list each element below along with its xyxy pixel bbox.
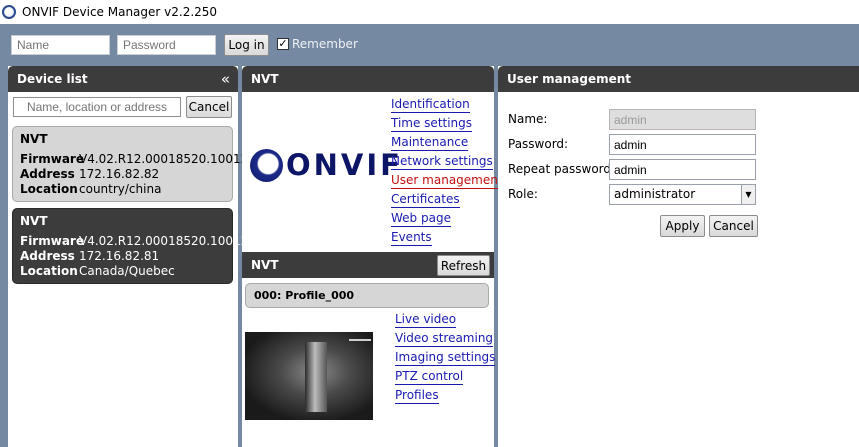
chevron-down-icon[interactable]: ▼: [741, 185, 755, 204]
thumbnail-doorway: [305, 342, 327, 412]
user-management-header: User management: [498, 66, 859, 92]
nvt-panel-title: NVT: [251, 72, 279, 86]
firmware-value: V4.02.R12.00018520.10012.14: [79, 234, 268, 248]
device-list-panel: Device list « Cancel NVT FirmwareV4.02.R…: [8, 66, 267, 447]
menu-live-video[interactable]: Live video: [395, 312, 457, 328]
device-address-row: Address 172.16.82.81: [20, 249, 225, 264]
name-field: [609, 109, 756, 130]
menu-ptz-control[interactable]: PTZ control: [395, 369, 464, 385]
firmware-label: Firmware: [20, 234, 84, 248]
name-label: Name:: [508, 112, 548, 126]
user-management-panel: User management Name: Password: Repeat p…: [498, 66, 859, 447]
device-search-input[interactable]: [13, 97, 181, 117]
menu-video-streaming[interactable]: Video streaming: [395, 331, 494, 347]
device-card[interactable]: NVT Firmware V4.02.R12.00018520.10012.14 …: [12, 126, 267, 202]
nvt-panel-header: NVT: [242, 66, 494, 92]
onvif-logo-icon: [250, 149, 283, 182]
menu-time-settings[interactable]: Time settings: [391, 116, 473, 132]
cancel-button[interactable]: Cancel: [709, 215, 758, 237]
nvt-profile-title: NVT: [251, 258, 279, 272]
menu-user-management[interactable]: User management: [391, 173, 503, 189]
collapse-icon[interactable]: «: [221, 70, 230, 88]
address-value: 172.16.82.81: [79, 249, 160, 263]
location-value: Canada/Quebec: [79, 264, 175, 278]
nvt-panel: NVT ONVIF Identification Time settings M…: [242, 66, 503, 252]
device-address-row: Address 172.16.82.82: [20, 167, 225, 182]
profile-item[interactable]: 000: Profile_000: [245, 283, 489, 308]
apply-button[interactable]: Apply: [660, 215, 705, 237]
device-name: NVT: [20, 214, 48, 228]
window-title: ONVIF Device Manager v2.2.250: [22, 5, 218, 19]
firmware-label: Firmware: [20, 152, 84, 166]
menu-imaging-settings[interactable]: Imaging settings: [395, 350, 496, 366]
role-select[interactable]: administrator ▼: [609, 184, 756, 205]
nvt-profile-panel: NVT Refresh 000: Profile_000 Live video …: [242, 252, 496, 447]
onvif-logo-text: ONVIF: [286, 148, 403, 182]
title-bar: ONVIF Device Manager v2.2.250: [0, 0, 859, 24]
user-management-title: User management: [507, 72, 632, 86]
app-icon: [2, 5, 16, 19]
device-card-selected[interactable]: NVT Firmware V4.02.R12.00018520.10012.14 …: [12, 208, 267, 284]
menu-events[interactable]: Events: [391, 230, 432, 246]
onvif-logo: ONVIF: [250, 148, 400, 188]
name-input[interactable]: [11, 35, 110, 55]
location-label: Location: [20, 182, 78, 196]
device-location-row: Location Canada/Quebec: [20, 264, 225, 279]
address-label: Address: [20, 167, 75, 181]
main-frame: Device list « Cancel NVT FirmwareV4.02.R…: [0, 66, 859, 447]
remember-checkbox[interactable]: ✓: [277, 38, 289, 50]
menu-identification[interactable]: Identification: [391, 97, 470, 113]
login-bar: Log in ✓ Remember: [0, 24, 859, 66]
repeat-password-field[interactable]: [609, 159, 756, 180]
menu-certificates[interactable]: Certificates: [391, 192, 460, 208]
login-button[interactable]: Log in: [224, 34, 269, 56]
search-cancel-button[interactable]: Cancel: [186, 96, 232, 118]
device-name: NVT: [20, 132, 48, 146]
remember-label: Remember: [292, 37, 358, 51]
repeat-password-label: Repeat password:: [508, 162, 616, 176]
firmware-value: V4.02.R12.00018520.10012.14: [79, 152, 268, 166]
address-value: 172.16.82.82: [79, 167, 160, 181]
thumbnail-timestamp: [349, 339, 371, 341]
menu-maintenance[interactable]: Maintenance: [391, 135, 469, 151]
location-label: Location: [20, 264, 78, 278]
menu-profiles[interactable]: Profiles: [395, 388, 439, 404]
device-list-header: Device list «: [8, 66, 238, 92]
location-value: country/china: [79, 182, 162, 196]
address-label: Address: [20, 249, 75, 263]
password-field[interactable]: [609, 134, 756, 155]
menu-network-settings[interactable]: Network settings: [391, 154, 493, 170]
refresh-button[interactable]: Refresh: [437, 255, 490, 276]
video-thumbnail[interactable]: [245, 332, 373, 420]
device-list-title: Device list: [17, 72, 88, 86]
device-firmware-row: Firmware V4.02.R12.00018520.10012.14: [20, 234, 267, 249]
role-value: administrator: [614, 187, 696, 201]
device-location-row: Location country/china: [20, 182, 225, 197]
device-firmware-row: Firmware V4.02.R12.00018520.10012.14: [20, 152, 267, 167]
password-label: Password:: [508, 137, 569, 151]
menu-web-page[interactable]: Web page: [391, 211, 451, 227]
password-input[interactable]: [117, 35, 216, 55]
role-label: Role:: [508, 187, 538, 201]
